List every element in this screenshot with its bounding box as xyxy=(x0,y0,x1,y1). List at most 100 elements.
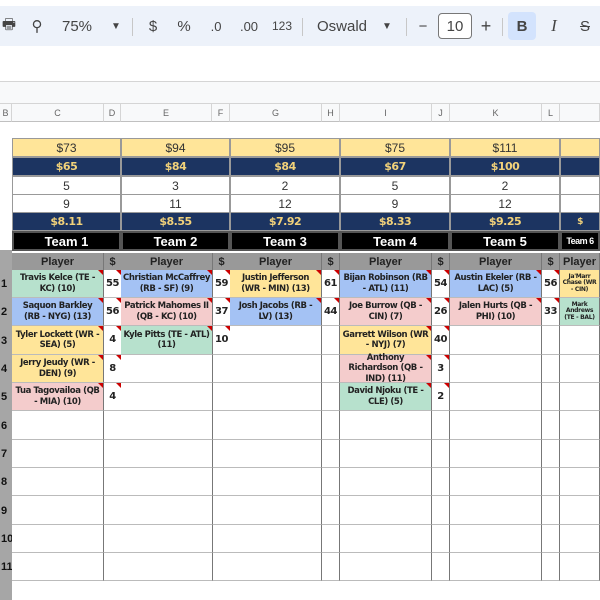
player-cell[interactable]: Austin Ekeler (RB - LAC) (5) xyxy=(450,270,542,298)
empty-player-cell[interactable] xyxy=(560,411,600,440)
empty-player-cell[interactable] xyxy=(12,411,104,440)
empty-player-cell[interactable] xyxy=(121,355,213,383)
empty-price-cell[interactable] xyxy=(432,411,450,440)
player-cell[interactable]: Travis Kelce (TE - KC) (10) xyxy=(12,270,104,298)
player-cell[interactable]: Christian McCaffrey (RB - SF) (9) xyxy=(121,270,213,298)
empty-price-cell[interactable] xyxy=(213,553,231,581)
empty-price-cell[interactable] xyxy=(213,496,231,525)
empty-price-cell[interactable] xyxy=(542,411,560,440)
print-icon[interactable]: 🖶 xyxy=(0,6,18,46)
price-cell[interactable]: 8 xyxy=(104,355,122,383)
price-cell[interactable]: 56 xyxy=(542,270,560,298)
empty-player-cell[interactable] xyxy=(12,496,104,525)
empty-price-cell[interactable] xyxy=(104,468,122,496)
empty-player-cell[interactable] xyxy=(450,553,542,581)
player-cell[interactable]: Jerry Jeudy (WR - DEN) (9) xyxy=(12,355,104,383)
empty-player-cell[interactable] xyxy=(560,440,600,468)
empty-player-cell[interactable] xyxy=(560,496,600,525)
column-header-j[interactable]: J xyxy=(432,104,450,122)
price-cell[interactable]: 44 xyxy=(322,298,340,326)
row-number[interactable]: 6 xyxy=(0,411,12,440)
empty-price-cell[interactable] xyxy=(542,496,560,525)
price-cell[interactable]: 3 xyxy=(432,355,450,383)
empty-price-cell[interactable] xyxy=(104,440,122,468)
column-header-f[interactable]: F xyxy=(212,104,230,122)
empty-player-cell[interactable] xyxy=(450,411,542,440)
player-cell[interactable]: David Njoku (TE - CLE) (5) xyxy=(340,383,432,411)
empty-player-cell[interactable] xyxy=(230,468,322,496)
player-cell[interactable]: Justin Jefferson (WR - MIN) (13) xyxy=(230,270,322,298)
percent-format-button[interactable]: % xyxy=(175,6,193,46)
empty-price-cell[interactable] xyxy=(213,525,231,553)
row-number[interactable]: 1 xyxy=(0,270,12,298)
price-cell[interactable]: 4 xyxy=(104,383,122,411)
price-cell[interactable]: 2 xyxy=(432,383,450,411)
price-cell[interactable]: 40 xyxy=(432,326,450,355)
empty-player-cell[interactable] xyxy=(12,525,104,553)
column-header-h[interactable]: H xyxy=(322,104,340,122)
font-select[interactable]: Oswald xyxy=(312,6,372,46)
column-header-d[interactable]: D xyxy=(104,104,121,122)
formula-bar[interactable] xyxy=(0,46,600,82)
paint-format-icon[interactable]: ⚲ xyxy=(28,6,46,46)
empty-player-cell[interactable] xyxy=(560,355,600,383)
row-number[interactable]: 4 xyxy=(0,355,12,383)
decrease-font-size-button[interactable]: − xyxy=(415,6,431,46)
empty-player-cell[interactable] xyxy=(121,553,213,581)
empty-player-cell[interactable] xyxy=(560,553,600,581)
empty-price-cell[interactable] xyxy=(322,468,340,496)
empty-player-cell[interactable] xyxy=(560,525,600,553)
player-cell[interactable]: Anthony Richardson (QB - IND) (11) xyxy=(340,353,432,384)
player-cell[interactable]: Bijan Robinson (RB - ATL) (11) xyxy=(340,270,432,298)
empty-player-cell[interactable] xyxy=(230,440,322,468)
empty-player-cell[interactable] xyxy=(340,411,432,440)
column-header-c[interactable]: C xyxy=(12,104,104,122)
empty-player-cell[interactable] xyxy=(230,553,322,581)
price-cell[interactable]: 61 xyxy=(322,270,340,298)
empty-player-cell[interactable] xyxy=(230,326,322,355)
empty-player-cell[interactable] xyxy=(560,326,600,355)
empty-player-cell[interactable] xyxy=(121,440,213,468)
empty-price-cell[interactable] xyxy=(104,411,122,440)
decrease-decimal-button[interactable]: .0 xyxy=(205,6,227,46)
empty-price-cell[interactable] xyxy=(322,411,340,440)
number-format-button[interactable]: 123 xyxy=(270,6,294,46)
empty-player-cell[interactable] xyxy=(230,355,322,383)
empty-player-cell[interactable] xyxy=(450,525,542,553)
empty-player-cell[interactable] xyxy=(340,553,432,581)
empty-price-cell[interactable] xyxy=(432,440,450,468)
currency-format-button[interactable]: $ xyxy=(145,6,161,46)
empty-player-cell[interactable] xyxy=(340,440,432,468)
empty-price-cell[interactable] xyxy=(542,525,560,553)
empty-player-cell[interactable] xyxy=(450,496,542,525)
empty-player-cell[interactable] xyxy=(450,355,542,383)
empty-price-cell[interactable] xyxy=(322,496,340,525)
price-cell[interactable]: 4 xyxy=(104,326,122,355)
empty-price-cell[interactable] xyxy=(104,553,122,581)
empty-price-cell[interactable] xyxy=(322,440,340,468)
row-number[interactable]: 9 xyxy=(0,496,12,525)
column-header-l[interactable]: L xyxy=(542,104,560,122)
empty-player-cell[interactable] xyxy=(560,383,600,411)
empty-player-cell[interactable] xyxy=(340,468,432,496)
player-cell[interactable]: Saquon Barkley (RB - NYG) (13) xyxy=(12,298,104,326)
player-cell[interactable]: Josh Jacobs (RB - LV) (13) xyxy=(230,298,322,326)
player-cell[interactable]: Kyle Pitts (TE - ATL) (11) xyxy=(121,326,213,355)
empty-player-cell[interactable] xyxy=(450,383,542,411)
increase-decimal-button[interactable]: .00 xyxy=(236,6,262,46)
empty-price-cell[interactable] xyxy=(322,525,340,553)
empty-price-cell[interactable] xyxy=(213,355,231,383)
player-cell[interactable]: Tua Tagovailoa (QB - MIA) (10) xyxy=(12,383,104,411)
zoom-select[interactable]: 75% xyxy=(60,6,94,46)
font-dropdown-icon[interactable]: ▼ xyxy=(380,6,394,46)
empty-player-cell[interactable] xyxy=(230,496,322,525)
price-cell[interactable]: 54 xyxy=(432,270,450,298)
player-cell[interactable]: Tyler Lockett (WR - SEA) (5) xyxy=(12,326,104,355)
empty-player-cell[interactable] xyxy=(450,440,542,468)
empty-player-cell[interactable] xyxy=(230,525,322,553)
player-cell[interactable]: Patrick Mahomes II (QB - KC) (10) xyxy=(121,298,213,326)
column-header-i[interactable]: I xyxy=(340,104,432,122)
price-cell[interactable]: 59 xyxy=(213,270,231,298)
empty-price-cell[interactable] xyxy=(213,440,231,468)
empty-price-cell[interactable] xyxy=(104,496,122,525)
